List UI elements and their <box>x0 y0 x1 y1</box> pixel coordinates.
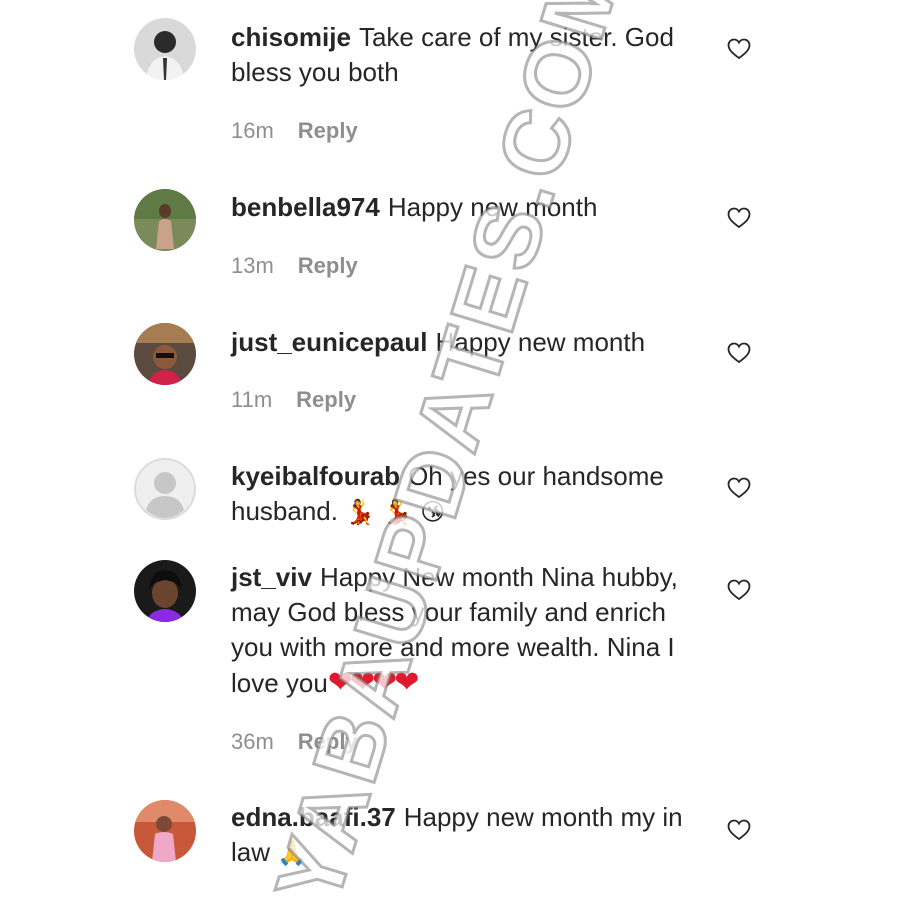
avatar[interactable] <box>134 18 196 80</box>
comment-time: 36m <box>231 729 274 754</box>
heart-outline-icon[interactable] <box>727 579 751 601</box>
comment-username[interactable]: chisomije <box>231 22 351 52</box>
comment-body: jst_viv Happy New month Nina hubby, may G… <box>231 560 701 701</box>
comment-body: just_eunicepaul Happy new month <box>231 325 701 360</box>
emoji: 💃 💃 😘 <box>345 498 446 526</box>
reply-button[interactable]: Reply <box>298 253 358 278</box>
heart-outline-icon[interactable] <box>727 477 751 499</box>
comment-body: chisomije Take care of my sister. God ble… <box>231 20 701 90</box>
comment-meta: 13m Reply <box>231 253 358 279</box>
reply-button[interactable]: Reply <box>298 118 358 143</box>
comment-username[interactable]: kyeibalfourab <box>231 461 400 491</box>
avatar[interactable] <box>134 560 196 622</box>
comment-time: 13m <box>231 253 274 278</box>
comment-meta: 36m Reply <box>231 729 358 755</box>
avatar[interactable] <box>134 458 196 520</box>
avatar[interactable] <box>134 800 196 862</box>
comment-text: Happy new month <box>387 192 598 222</box>
heart-outline-icon[interactable] <box>727 819 751 841</box>
comment-username[interactable]: jst_viv <box>231 562 312 592</box>
comment-meta: 16m Reply <box>231 118 358 144</box>
heart-outline-icon[interactable] <box>727 38 751 60</box>
comment-time: 11m <box>231 387 273 412</box>
comment-username[interactable]: just_eunicepaul <box>231 327 428 357</box>
emoji: ❤❤❤❤ <box>327 665 420 700</box>
comment-username[interactable]: benbella974 <box>231 192 380 222</box>
emoji: 🙏 <box>277 839 308 867</box>
heart-outline-icon[interactable] <box>727 342 751 364</box>
comment-time: 16m <box>231 118 274 143</box>
comment-username[interactable]: edna.baafi.37 <box>231 802 396 832</box>
comment-meta: 11m Reply <box>231 387 356 413</box>
comment-body: edna.baafi.37 Happy new month my in law 🙏 <box>231 800 701 871</box>
reply-button[interactable]: Reply <box>298 729 358 754</box>
comment-body: kyeibalfourab Oh yes our handsome husband… <box>231 459 701 530</box>
avatar[interactable] <box>134 323 196 385</box>
comment-text: Happy new month <box>435 327 646 357</box>
heart-outline-icon[interactable] <box>727 207 751 229</box>
reply-button[interactable]: Reply <box>296 387 356 412</box>
avatar[interactable] <box>134 189 196 251</box>
comment-body: benbella974 Happy new month <box>231 190 701 225</box>
